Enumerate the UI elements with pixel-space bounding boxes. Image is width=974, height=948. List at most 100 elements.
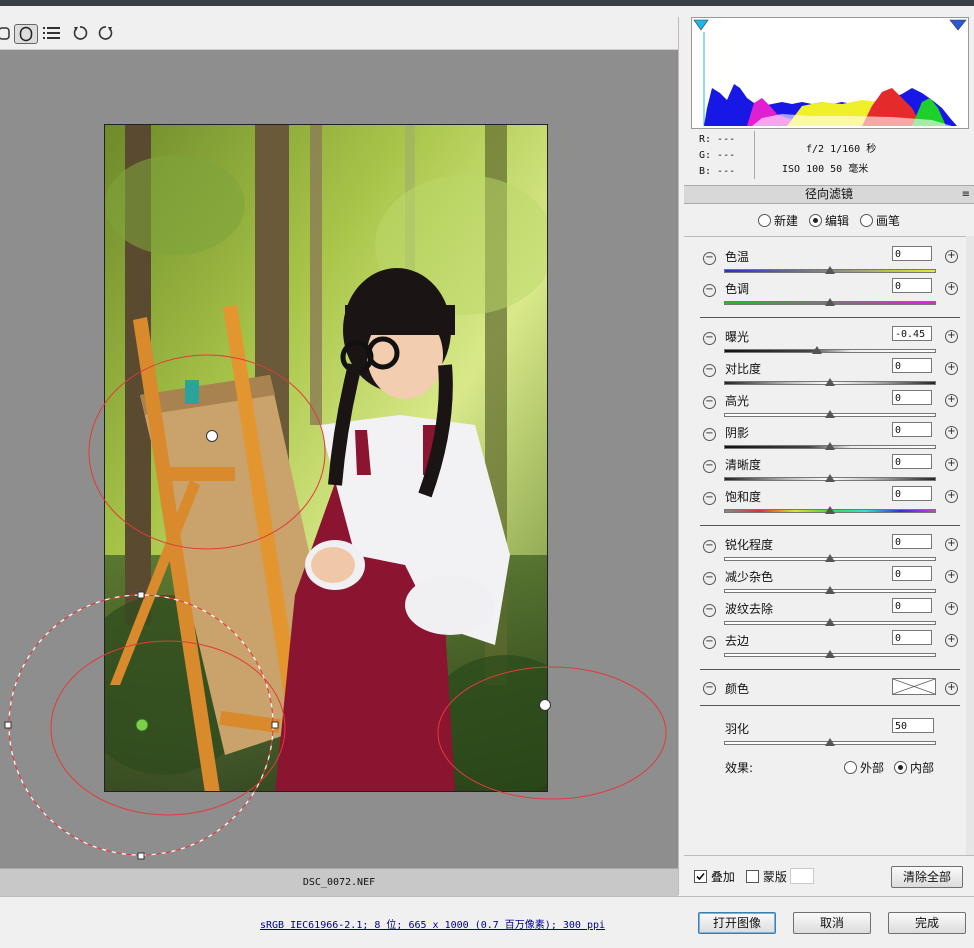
mode-new-label: 新建: [774, 214, 799, 228]
slider-thumb[interactable]: [825, 506, 835, 514]
mode-new-radio[interactable]: [758, 214, 771, 227]
radial-filter-ellipse-top[interactable]: [88, 354, 326, 550]
rotate-right-icon[interactable]: [96, 24, 116, 42]
minus-icon[interactable]: −: [703, 284, 716, 297]
radial-filter-ellipse-active[interactable]: [50, 640, 286, 816]
done-button[interactable]: 完成: [888, 912, 966, 934]
feather-input[interactable]: 50: [892, 718, 934, 733]
slider-value-input[interactable]: 0: [892, 390, 932, 405]
slider-value-input[interactable]: 0: [892, 534, 932, 549]
workflow-options-link[interactable]: sRGB IEC61966-2.1; 8 位; 665 x 1000 (0.7 …: [260, 916, 605, 931]
slider-label: 色调: [725, 282, 750, 296]
resize-handle-right[interactable]: [271, 721, 279, 729]
mask-check-icon[interactable]: [746, 870, 759, 883]
plus-icon[interactable]: +: [945, 490, 958, 503]
status-bar: sRGB IEC61966-2.1; 8 位; 665 x 1000 (0.7 …: [0, 896, 974, 948]
panel-menu-icon[interactable]: ≡: [962, 186, 970, 203]
panel-scrollbar[interactable]: [966, 236, 974, 856]
slider-label: 减少杂色: [725, 570, 774, 584]
minus-icon[interactable]: −: [703, 364, 716, 377]
plus-icon[interactable]: +: [945, 282, 958, 295]
effect-inside[interactable]: 内部: [894, 759, 934, 776]
minus-icon[interactable]: −: [703, 396, 716, 409]
effect-outside-radio[interactable]: [844, 761, 857, 774]
cancel-button[interactable]: 取消: [793, 912, 871, 934]
mask-color-swatch[interactable]: [790, 868, 814, 884]
radial-filter-pin-active[interactable]: [135, 718, 149, 732]
slider-row: − 减少杂色 0 +: [684, 556, 974, 594]
open-image-button[interactable]: 打开图像: [698, 912, 776, 934]
plus-icon[interactable]: +: [945, 394, 958, 407]
mode-new[interactable]: 新建: [758, 212, 798, 229]
slider-thumb[interactable]: [825, 298, 835, 306]
slider-value-input[interactable]: 0: [892, 246, 932, 261]
plus-icon[interactable]: +: [945, 458, 958, 471]
mode-edit[interactable]: 编辑: [809, 212, 849, 229]
radial-filter-pin-right[interactable]: [539, 699, 551, 711]
color-swatch[interactable]: [892, 678, 936, 695]
minus-icon[interactable]: −: [703, 428, 716, 441]
slider-value-input[interactable]: 0: [892, 566, 932, 581]
minus-icon[interactable]: −: [703, 332, 716, 345]
slider-value-input[interactable]: 0: [892, 358, 932, 373]
slider-row: − 去边 0 +: [684, 620, 974, 658]
resize-handle-bottom[interactable]: [137, 852, 145, 860]
shadow-clipping-icon[interactable]: [693, 19, 709, 31]
mode-brush[interactable]: 画笔: [860, 212, 900, 229]
slider-value-input[interactable]: 0: [892, 278, 932, 293]
slider-label: 曝光: [725, 330, 750, 344]
minus-icon[interactable]: −: [703, 252, 716, 265]
resize-handle-top[interactable]: [137, 591, 145, 599]
plus-icon[interactable]: +: [945, 634, 958, 647]
plus-icon[interactable]: +: [945, 570, 958, 583]
mode-edit-radio[interactable]: [809, 214, 822, 227]
slider-label: 波纹去除: [725, 602, 774, 616]
info-divider: [754, 131, 755, 179]
window-top-strip: [0, 0, 974, 6]
slider-value-input[interactable]: 0: [892, 630, 932, 645]
minus-icon[interactable]: −: [703, 604, 716, 617]
color-plus-icon[interactable]: +: [945, 682, 958, 695]
plus-icon[interactable]: +: [945, 426, 958, 439]
slider-row: − 色温 0 +: [684, 236, 974, 274]
mask-checkbox[interactable]: 蒙版: [746, 868, 787, 885]
radial-filter-ellipse-right[interactable]: [437, 666, 667, 800]
list-icon[interactable]: [42, 24, 62, 42]
radial-filter-pin-top[interactable]: [206, 430, 218, 442]
color-minus-icon[interactable]: −: [703, 682, 716, 695]
plus-icon[interactable]: +: [945, 362, 958, 375]
hand-icon[interactable]: [0, 24, 14, 42]
overlay-checkbox[interactable]: 叠加: [694, 868, 735, 885]
minus-icon[interactable]: −: [703, 572, 716, 585]
clear-all-button[interactable]: 清除全部: [891, 866, 963, 888]
plus-icon[interactable]: +: [945, 602, 958, 615]
plus-icon[interactable]: +: [945, 330, 958, 343]
overlay-check-icon[interactable]: [694, 870, 707, 883]
minus-icon[interactable]: −: [703, 492, 716, 505]
effect-inside-radio[interactable]: [894, 761, 907, 774]
resize-handle-left[interactable]: [4, 721, 12, 729]
plus-icon[interactable]: +: [945, 250, 958, 263]
slider-row: − 饱和度 0 +: [684, 476, 974, 514]
feather-thumb[interactable]: [825, 738, 835, 746]
rotate-left-icon[interactable]: [70, 24, 90, 42]
slider-value-input[interactable]: 0: [892, 486, 932, 501]
feather-label: 羽化: [725, 722, 750, 736]
effect-inside-label: 内部: [910, 761, 935, 775]
slider-value-input[interactable]: 0: [892, 454, 932, 469]
slider-thumb[interactable]: [825, 650, 835, 658]
effect-outside[interactable]: 外部: [844, 759, 884, 776]
info-iso-focal: ISO 100 50 毫米: [782, 164, 869, 175]
effect-outside-label: 外部: [860, 761, 885, 775]
plus-icon[interactable]: +: [945, 538, 958, 551]
radial-filter-icon[interactable]: [14, 24, 38, 44]
slider-value-input[interactable]: -0.45: [892, 326, 932, 341]
slider-value-input[interactable]: 0: [892, 598, 932, 613]
mode-brush-radio[interactable]: [860, 214, 873, 227]
minus-icon[interactable]: −: [703, 460, 716, 473]
minus-icon[interactable]: −: [703, 636, 716, 649]
slider-value-input[interactable]: 0: [892, 422, 932, 437]
radial-filter-overlay[interactable]: [0, 50, 678, 868]
highlight-clipping-icon[interactable]: [949, 19, 967, 31]
minus-icon[interactable]: −: [703, 540, 716, 553]
